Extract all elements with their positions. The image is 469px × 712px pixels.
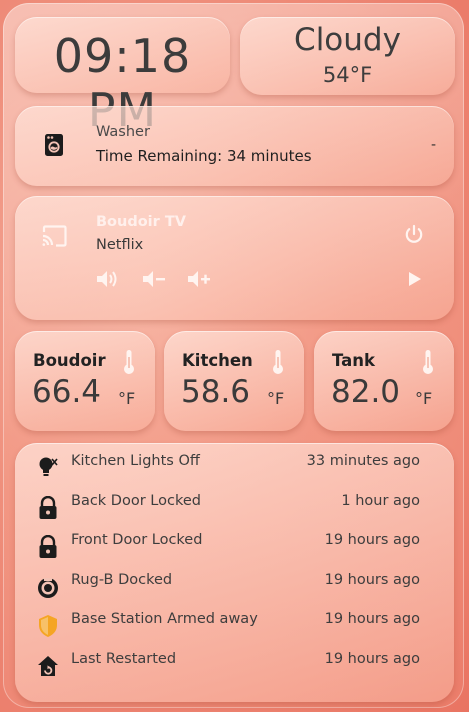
lock-icon xyxy=(37,495,59,520)
logbook-card: Kitchen Lights Off 33 minutes ago Back D… xyxy=(15,443,454,702)
logbook-entry[interactable]: Kitchen Lights Off 33 minutes ago xyxy=(15,443,454,482)
sensor-card-boudoir[interactable]: Boudoir 66.4 °F xyxy=(15,331,155,431)
media-app: Netflix xyxy=(96,237,144,253)
sensor-unit: °F xyxy=(415,389,433,408)
volume-down-icon[interactable] xyxy=(142,269,166,293)
washing-machine-icon xyxy=(45,134,63,160)
logbook-text: Rug-B Docked xyxy=(71,571,173,588)
logbook-entry[interactable]: Last Restarted 19 hours ago xyxy=(15,641,454,680)
logbook-text: Last Restarted xyxy=(71,650,177,667)
washer-card[interactable]: Washer Time Remaining: 34 minutes - xyxy=(15,106,454,186)
washer-name: Washer xyxy=(96,124,150,140)
lock-icon xyxy=(37,534,59,559)
logbook-text: Kitchen Lights Off xyxy=(71,453,200,469)
thermometer-icon xyxy=(123,349,135,379)
home-restart-icon xyxy=(37,654,59,678)
sensor-unit: °F xyxy=(118,389,136,408)
sensor-value: 58.6 xyxy=(181,374,251,410)
sensor-name: Boudoir xyxy=(33,351,106,370)
lightbulb-icon xyxy=(37,456,59,480)
volume-up-icon[interactable] xyxy=(187,269,211,293)
logbook-entry[interactable]: Back Door Locked 1 hour ago xyxy=(15,483,454,522)
weather-condition: Cloudy xyxy=(294,22,401,58)
sensor-name: Tank xyxy=(332,351,375,370)
sensor-card-tank[interactable]: Tank 82.0 °F xyxy=(314,331,454,431)
sensor-name: Kitchen xyxy=(182,351,253,370)
clock-card: 09:18 PM xyxy=(15,17,230,137)
sensor-value: 82.0 xyxy=(331,374,401,410)
logbook-time: 1 hour ago xyxy=(341,492,420,509)
media-player-card[interactable]: Boudoir TV Netflix xyxy=(15,196,454,320)
logbook-entry[interactable]: Front Door Locked 19 hours ago xyxy=(15,522,454,561)
washer-value: - xyxy=(430,137,436,153)
weather-card[interactable]: Cloudy 54°F xyxy=(240,17,455,95)
logbook-time: 19 hours ago xyxy=(324,611,420,627)
logbook-text: Back Door Locked xyxy=(71,492,201,509)
power-icon[interactable] xyxy=(404,224,424,249)
thermometer-icon xyxy=(272,349,284,379)
thermometer-icon xyxy=(422,349,434,379)
weather-temperature: 54°F xyxy=(322,63,373,87)
logbook-time: 19 hours ago xyxy=(324,650,420,667)
sensor-value: 66.4 xyxy=(32,374,102,410)
logbook-time: 19 hours ago xyxy=(324,532,420,548)
cast-icon xyxy=(41,225,68,251)
sensor-card-kitchen[interactable]: Kitchen 58.6 °F xyxy=(164,331,304,431)
volume-mute-icon[interactable] xyxy=(96,269,120,293)
logbook-entry[interactable]: Base Station Armed away 19 hours ago xyxy=(15,601,454,640)
play-icon[interactable] xyxy=(407,269,423,293)
logbook-time: 19 hours ago xyxy=(324,571,420,588)
washer-status: Time Remaining: 34 minutes xyxy=(96,147,312,165)
media-title: Boudoir TV xyxy=(96,214,186,230)
logbook-entry[interactable]: Rug-B Docked 19 hours ago xyxy=(15,562,454,601)
robot-vacuum-icon xyxy=(37,575,59,599)
sensor-unit: °F xyxy=(267,389,285,408)
shield-icon xyxy=(37,614,59,638)
logbook-text: Front Door Locked xyxy=(71,532,203,548)
logbook-text: Base Station Armed away xyxy=(71,611,258,627)
logbook-time: 33 minutes ago xyxy=(306,453,420,469)
